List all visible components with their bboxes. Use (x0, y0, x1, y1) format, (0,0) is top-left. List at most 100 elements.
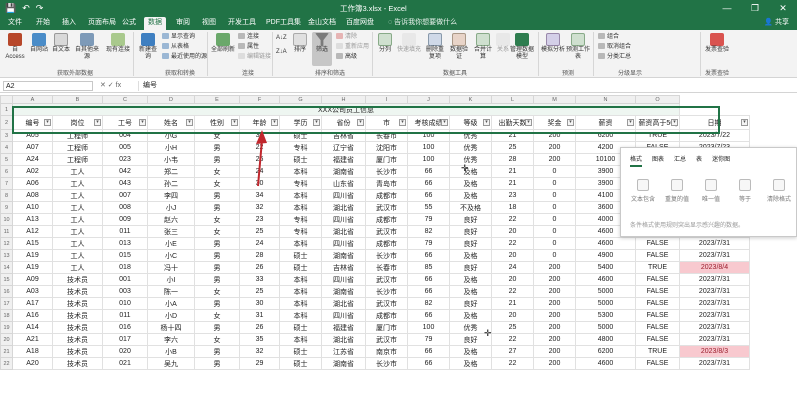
table-cell[interactable]: 四川省 (321, 273, 366, 286)
table-cell[interactable]: 2023/7/31 (679, 357, 750, 370)
save-icon[interactable]: 💾 (5, 3, 16, 14)
table-cell[interactable]: 2023/7/31 (679, 321, 750, 334)
table-cell[interactable]: 男 (194, 141, 240, 154)
row-header[interactable]: 2 (0, 115, 13, 130)
tab-file[interactable]: 文件 (4, 17, 26, 30)
table-cell[interactable]: 本科 (279, 333, 322, 346)
table-cell[interactable]: 小韦 (147, 153, 195, 166)
remove-duplicates-button[interactable]: 删除重复项 (424, 33, 446, 61)
table-cell[interactable]: 24 (491, 261, 534, 274)
table-cell[interactable]: 27 (491, 345, 534, 358)
table-cell[interactable]: 厦门市 (365, 321, 408, 334)
table-cell[interactable]: 男 (194, 273, 240, 286)
filter-dropdown-icon[interactable]: ▾ (627, 119, 634, 126)
table-cell[interactable]: A19 (12, 261, 53, 274)
table-cell[interactable]: FALSE (635, 297, 680, 310)
table-cell[interactable]: 硕士 (279, 321, 322, 334)
table-cell[interactable]: 79 (407, 333, 450, 346)
table-cell[interactable]: 孙二 (147, 177, 195, 190)
table-cell[interactable]: 及格 (449, 177, 492, 190)
table-cell[interactable]: A13 (12, 213, 53, 226)
table-cell[interactable]: 湖南省 (321, 165, 366, 178)
table-cell[interactable]: 010 (102, 297, 148, 310)
table-cell[interactable]: 4600 (575, 273, 636, 286)
filter-dropdown-icon[interactable]: ▾ (44, 119, 51, 126)
table-cell[interactable]: 湖北省 (321, 201, 366, 214)
table-cell[interactable]: 82 (407, 225, 450, 238)
table-cell[interactable]: TRUE (635, 345, 680, 358)
table-cell[interactable]: FALSE (635, 309, 680, 322)
table-cell[interactable]: 小J (147, 201, 195, 214)
row-header[interactable]: 11 (0, 225, 13, 238)
table-cell[interactable]: 技术员 (52, 285, 103, 298)
column-header[interactable]: O (635, 95, 680, 104)
row-header[interactable]: 3 (0, 129, 13, 142)
table-cell[interactable]: 良好 (449, 237, 492, 250)
table-cell[interactable]: 55 (407, 201, 450, 214)
table-cell[interactable]: 工人 (52, 237, 103, 250)
row-header[interactable]: 5 (0, 153, 13, 166)
column-header-cell[interactable]: 考核成绩 ▾ (407, 115, 450, 130)
table-cell[interactable]: 018 (102, 261, 148, 274)
table-cell[interactable]: 023 (102, 153, 148, 166)
row-header[interactable]: 8 (0, 189, 13, 202)
table-cell[interactable]: 及格 (449, 273, 492, 286)
table-cell[interactable]: FALSE (635, 237, 680, 250)
table-cell[interactable]: 0 (533, 165, 576, 178)
filter-dropdown-icon[interactable]: ▾ (271, 119, 278, 126)
table-cell[interactable]: 001 (102, 273, 148, 286)
table-cell[interactable]: 男 (194, 153, 240, 166)
table-cell[interactable]: 200 (533, 297, 576, 310)
table-cell[interactable]: 男 (194, 261, 240, 274)
column-header[interactable]: M (533, 95, 576, 104)
table-cell[interactable]: 成都市 (365, 309, 408, 322)
table-cell[interactable]: 66 (407, 309, 450, 322)
table-cell[interactable]: 福建省 (321, 321, 366, 334)
table-cell[interactable]: 22 (491, 357, 534, 370)
table-cell[interactable]: 小C (147, 249, 195, 262)
table-cell[interactable]: 85 (407, 261, 450, 274)
existing-connections-button[interactable]: 现有连接 (106, 33, 130, 54)
row-header[interactable]: 13 (0, 249, 13, 262)
sort-button[interactable]: 排序 (291, 33, 309, 54)
show-queries-button[interactable]: 显示查询 (162, 33, 195, 41)
quick-analysis-tab[interactable]: 图表 (652, 154, 664, 167)
table-cell[interactable]: 硕士 (279, 357, 322, 370)
table-cell[interactable]: 26 (239, 261, 280, 274)
table-cell[interactable]: 21 (491, 297, 534, 310)
table-cell[interactable]: 2023/7/31 (679, 237, 750, 250)
table-cell[interactable]: 长沙市 (365, 285, 408, 298)
quick-analysis-tab[interactable]: 汇总 (674, 154, 686, 167)
table-cell[interactable]: 工人 (52, 165, 103, 178)
table-cell[interactable]: A02 (12, 165, 53, 178)
table-cell[interactable]: 成都市 (365, 213, 408, 226)
table-cell[interactable]: 本科 (279, 309, 322, 322)
table-cell[interactable]: 2023/7/31 (679, 309, 750, 322)
minimize-button[interactable]: — (713, 0, 741, 16)
table-cell[interactable]: 长春市 (365, 129, 408, 142)
table-cell[interactable]: 吴九 (147, 357, 195, 370)
table-cell[interactable]: 工人 (52, 189, 103, 202)
table-cell[interactable]: 硕士 (279, 261, 322, 274)
table-cell[interactable]: 小G (147, 129, 195, 142)
table-cell[interactable]: 003 (102, 285, 148, 298)
table-cell[interactable]: 4900 (575, 249, 636, 262)
table-cell[interactable]: 200 (533, 345, 576, 358)
from-table-button[interactable]: 从表格 (162, 43, 189, 51)
table-cell[interactable]: 工人 (52, 249, 103, 262)
edit-links-button[interactable]: 编辑链接 (238, 53, 271, 61)
tab-view[interactable]: 视图 (198, 17, 220, 30)
table-cell[interactable]: 优秀 (449, 141, 492, 154)
redo-icon[interactable]: ↷ (36, 3, 44, 14)
table-cell[interactable]: 技术员 (52, 297, 103, 310)
filter-dropdown-icon[interactable]: ▾ (313, 119, 320, 126)
table-cell[interactable]: 张三 (147, 225, 195, 238)
table-cell[interactable]: 李六 (147, 333, 195, 346)
table-cell[interactable]: 专科 (279, 225, 322, 238)
table-cell[interactable]: 本科 (279, 273, 322, 286)
table-cell[interactable]: FALSE (635, 321, 680, 334)
table-cell[interactable]: 女 (194, 177, 240, 190)
table-cell[interactable]: 2023/7/31 (679, 333, 750, 346)
sheet-title-cell[interactable]: XXX公司员工信息 (12, 103, 680, 116)
table-cell[interactable]: 82 (407, 297, 450, 310)
